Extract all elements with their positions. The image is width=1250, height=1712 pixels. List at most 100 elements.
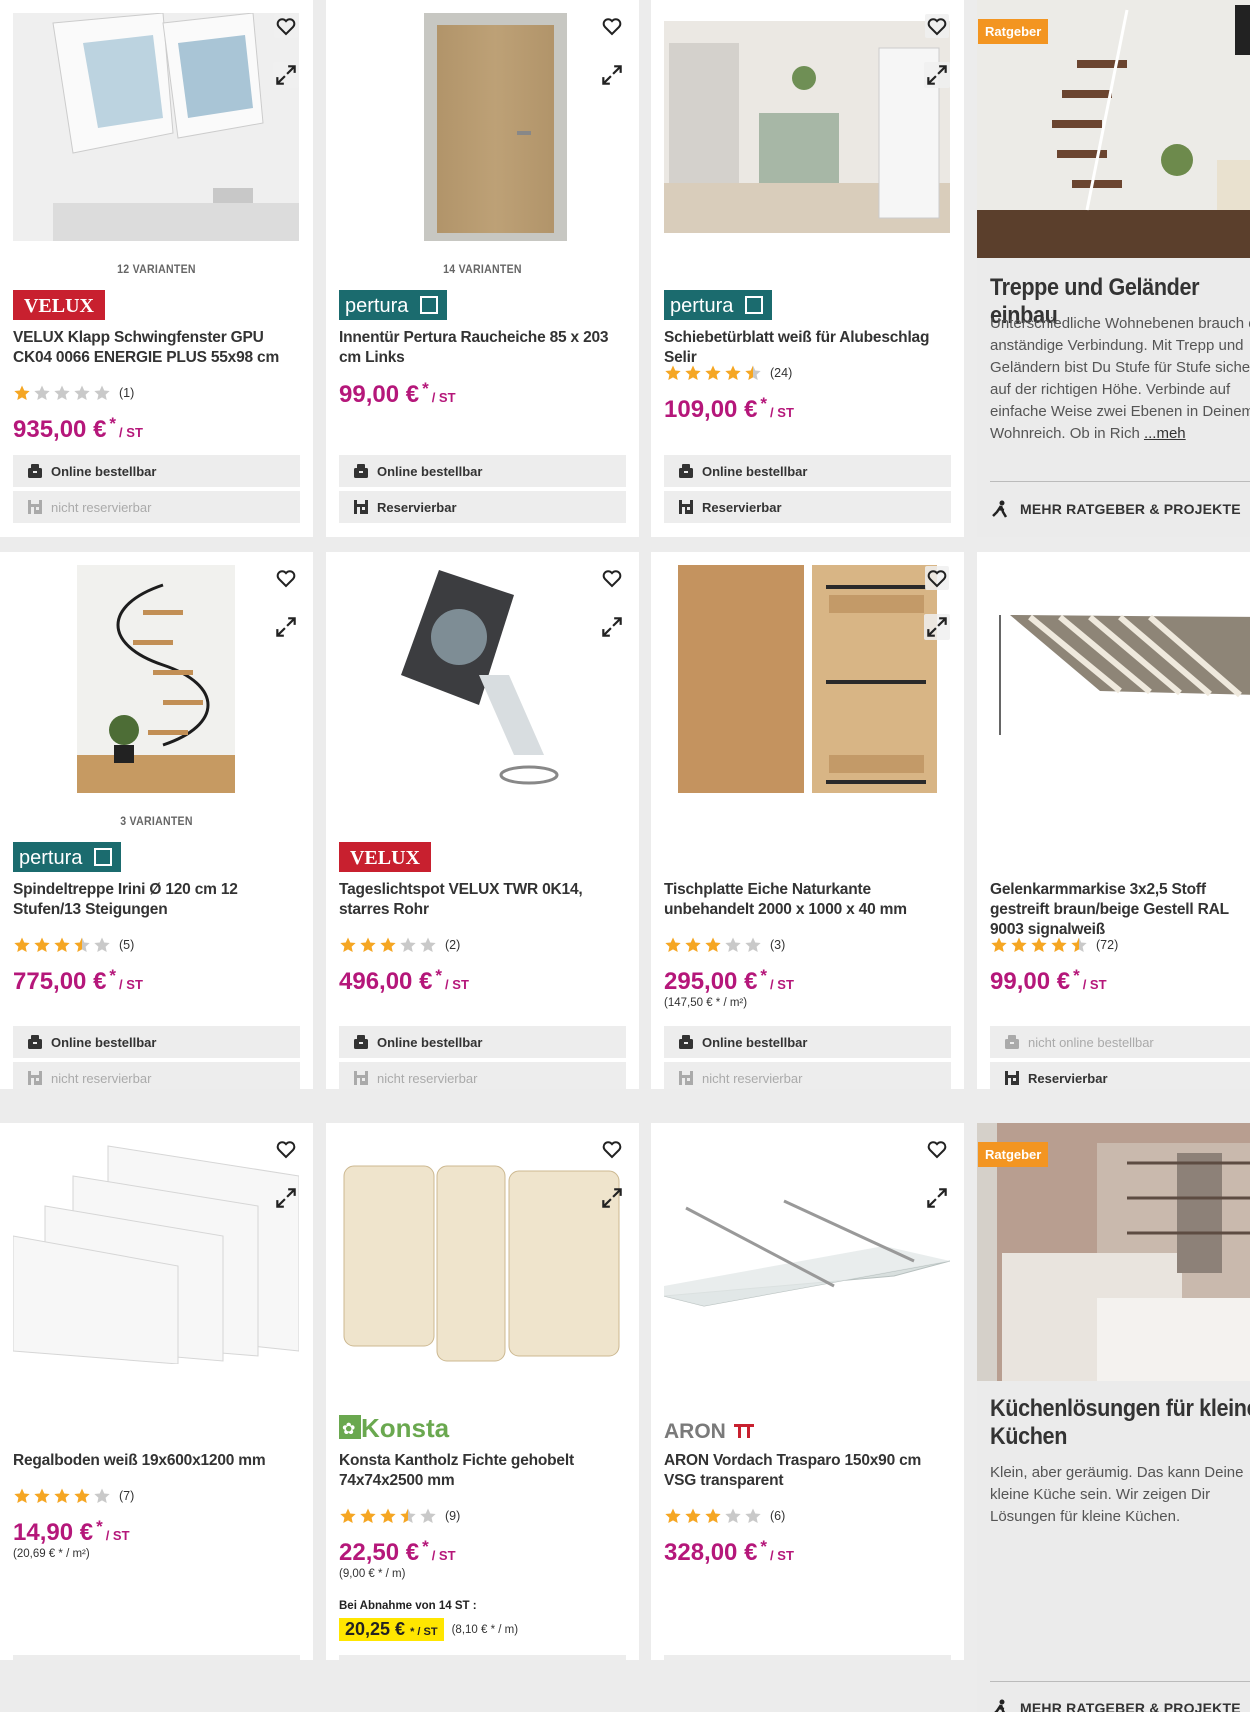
product-card[interactable]: Gelenkarmmarkise 3x2,5 Stoff gestreift b… [977,552,1250,1089]
store-icon [353,1070,369,1086]
compare-arrows-icon[interactable] [599,1185,625,1211]
wishlist-heart-icon[interactable] [274,566,298,590]
guide-text: Klein, aber geräumig. Das kann Deine kle… [990,1464,1244,1525]
compare-arrows-icon[interactable] [924,62,950,88]
wishlist-heart-icon[interactable] [274,1137,298,1161]
star-icon [1011,937,1027,953]
rating-stars: (5) [13,936,134,954]
compare-arrows-icon[interactable] [273,1185,299,1211]
product-image[interactable] [13,13,299,241]
svg-text:VELUX: VELUX [24,295,95,317]
product-image[interactable] [13,565,299,793]
unit-price: (9,00 € * / m) [339,1568,406,1580]
product-title[interactable]: Innentür Pertura Raucheiche 85 x 203 cm … [339,328,627,368]
product-image[interactable] [664,1136,950,1364]
more-guides-link[interactable]: MEHR RATGEBER & PROJEKTE [990,1698,1241,1712]
product-card[interactable]: 3 VARIANTEN pertura Spindeltreppe Irini … [0,552,313,1089]
wishlist-heart-icon[interactable] [925,566,949,590]
product-card[interactable]: Tischplatte Eiche Naturkante unbehandelt… [651,552,964,1089]
product-image[interactable] [664,13,950,241]
product-title[interactable]: Regalboden weiß 19x600x1200 mm [13,1451,301,1471]
rating-stars: (1) [13,384,134,402]
product-title[interactable]: VELUX Klapp Schwingfenster GPU CK04 0066… [13,328,301,368]
wishlist-heart-icon[interactable] [925,1137,949,1161]
product-price: 14,90 € * / ST [13,1517,130,1546]
compare-arrows-icon[interactable] [273,614,299,640]
svg-text:pertura: pertura [670,295,734,317]
brand-logo-pertura: pertura [664,290,772,320]
compare-arrows-icon[interactable] [273,62,299,88]
product-image[interactable] [990,565,1250,793]
product-card[interactable]: pertura Schiebetürblatt weiß für Alubesc… [651,0,964,537]
product-title[interactable]: Gelenkarmmarkise 3x2,5 Stoff gestreift b… [990,880,1238,940]
review-count: (1) [119,386,135,400]
product-title[interactable]: Tageslichtspot VELUX TWR 0K14, starres R… [339,880,627,920]
product-image[interactable] [339,1136,625,1364]
product-card[interactable]: ✿ Konsta Konsta Kantholz Fichte gehobelt … [326,1123,639,1660]
star-icon [94,385,110,401]
product-card[interactable]: Regalboden weiß 19x600x1200 mm (7) 14,90… [0,1123,313,1660]
star-icon [34,385,50,401]
variant-count: 3 VARIANTEN [120,814,193,828]
product-title[interactable]: Spindeltreppe Irini Ø 120 cm 12 Stufen/1… [13,880,301,920]
compare-arrows-icon[interactable] [599,614,625,640]
online-availability: nicht online bestellbar [990,1026,1250,1058]
product-card[interactable]: VELUX Tageslichtspot VELUX TWR 0K14, sta… [326,552,639,1089]
online-availability: Online bestellbar [339,1026,626,1058]
star-icon [34,937,50,953]
star-icon [1051,937,1067,953]
wishlist-heart-icon[interactable] [600,566,624,590]
review-count: (9) [445,1509,461,1523]
star-icon [400,937,416,953]
review-count: (2) [445,938,461,952]
guide-card[interactable]: Ratgeber Küchenlösungen für kleine Küche… [977,1123,1250,1712]
box-icon [27,1034,43,1050]
wishlist-heart-icon[interactable] [600,14,624,38]
read-more-link[interactable]: ...meh [1144,425,1186,442]
compare-arrows-icon[interactable] [924,614,950,640]
awning-image [990,565,1250,793]
product-price: 22,50 € * / ST [339,1537,456,1566]
skylight-window-image [13,13,299,241]
product-card[interactable]: ARON ARON Vordach Trasparo 150x90 cm VSG… [651,1123,964,1660]
bathroom-door-image [664,13,950,241]
reserve-availability: Reservierbar [664,491,951,523]
reserve-availability: Reservierbar [339,491,626,523]
star-icon [745,937,761,953]
timber-beams-image [339,1136,625,1364]
review-count: (3) [770,938,786,952]
product-image[interactable] [339,565,625,793]
product-title[interactable]: Tischplatte Eiche Naturkante unbehandelt… [664,880,952,920]
compare-arrows-icon[interactable] [599,62,625,88]
star-icon [705,1508,721,1524]
compare-arrows-icon[interactable] [924,1185,950,1211]
product-title[interactable]: ARON Vordach Trasparo 150x90 cm VSG tran… [664,1451,952,1491]
product-card[interactable]: 14 VARIANTEN pertura Innentür Pertura Ra… [326,0,639,537]
store-icon [27,1070,43,1086]
product-image[interactable] [339,13,625,241]
brand-logo-pertura: pertura [13,842,121,872]
product-image[interactable] [664,565,950,793]
star-icon [745,1508,761,1524]
product-card[interactable]: 12 VARIANTEN VELUX VELUX Klapp Schwingfe… [0,0,313,537]
product-price: 295,00 € * / ST [664,966,794,995]
reserve-availability: nicht reservierbar [13,1062,300,1089]
box-icon [678,1034,694,1050]
guide-title[interactable]: Küchenlösungen für kleine Küchen [990,1395,1250,1451]
online-availability: Online bestellbar [339,1655,626,1660]
more-guides-link[interactable]: MEHR RATGEBER & PROJEKTE [990,499,1241,519]
rating-stars: (24) [664,364,792,382]
review-count: (24) [770,366,793,380]
wishlist-heart-icon[interactable] [274,14,298,38]
wishlist-heart-icon[interactable] [600,1137,624,1161]
wishlist-heart-icon[interactable] [925,14,949,38]
guide-card[interactable]: Ratgeber Treppe und Geländer einbau Unte… [977,0,1250,537]
star-icon [360,1508,376,1524]
product-title[interactable]: Schiebetürblatt weiß für Alubeschlag Sel… [664,328,952,368]
online-availability: Online bestellbar [13,1655,300,1660]
review-count: (5) [119,938,135,952]
store-icon [353,499,369,515]
rating-stars: (3) [664,936,785,954]
product-image[interactable] [13,1136,299,1364]
product-title[interactable]: Konsta Kantholz Fichte gehobelt 74x74x25… [339,1451,627,1491]
